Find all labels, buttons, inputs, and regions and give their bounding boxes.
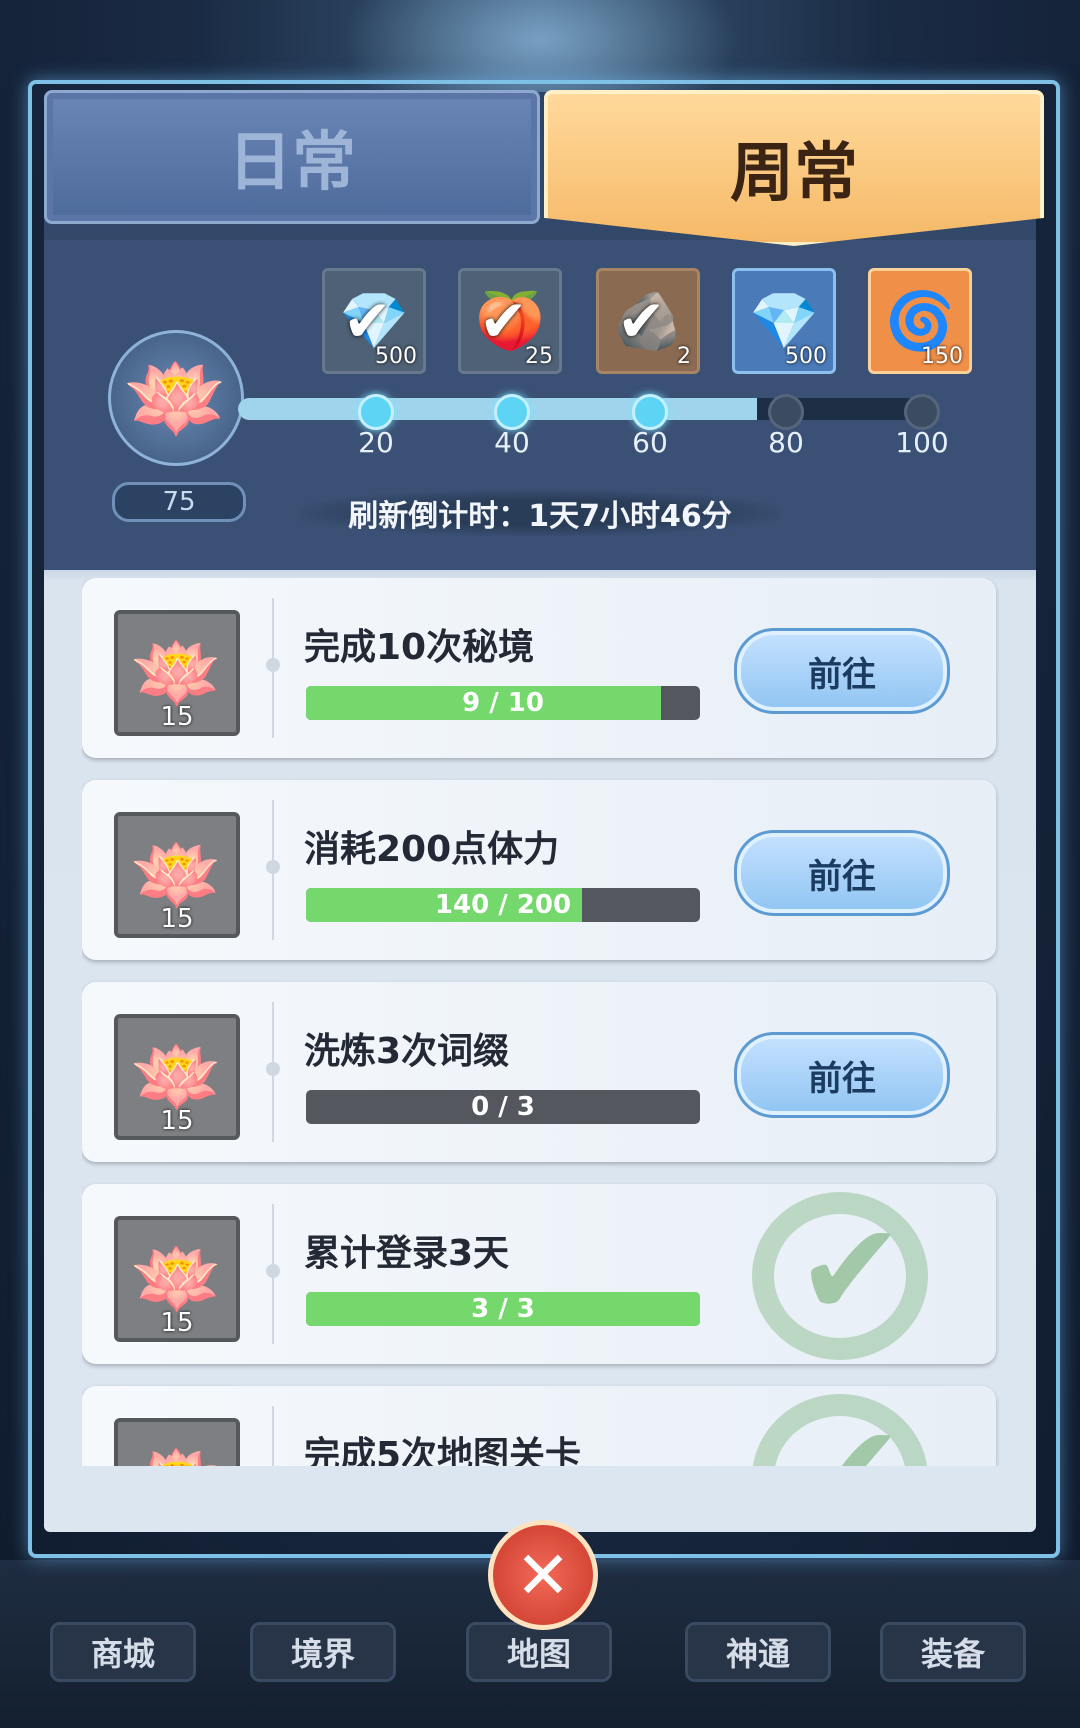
task-reward: 🪷15 xyxy=(114,812,240,938)
reward-count: 500 xyxy=(375,344,417,369)
divider-dot xyxy=(266,860,280,874)
close-icon: ✕ xyxy=(515,1536,571,1614)
milestone-reward-100[interactable]: 🌀 150 xyxy=(868,268,972,374)
milestone-node xyxy=(494,394,530,430)
task-title: 累计登录3天 xyxy=(304,1233,510,1274)
task-progress-text: 9 / 10 xyxy=(462,688,544,718)
milestone-label: 80 xyxy=(768,426,804,459)
task-reward: 🪷15 xyxy=(114,1216,240,1342)
reward-amount: 15 xyxy=(160,904,194,934)
task-title: 完成10次秘境 xyxy=(304,627,535,668)
task-progress-text: 3 / 3 xyxy=(471,1294,535,1324)
task-progress-text: 0 / 3 xyxy=(471,1092,535,1122)
claimed-check-icon: ✔ xyxy=(617,287,666,355)
task-progress-bar: 3 / 3 xyxy=(306,1292,700,1326)
task-progress-bar: 0 / 3 xyxy=(306,1090,700,1124)
milestone-reward-20[interactable]: 💎 ✔ 500 xyxy=(322,268,426,374)
milestone-node xyxy=(632,394,668,430)
task-reward: 🪷15 xyxy=(114,610,240,736)
reward-count: 2 xyxy=(677,344,691,369)
task-title: 消耗200点体力 xyxy=(304,829,560,870)
task-card: 🪷 15 洗炼3次词缀 0 / 3 前往 xyxy=(82,982,996,1162)
task-reward: 🪷15 xyxy=(114,1418,240,1466)
go-button[interactable]: 前往 xyxy=(734,628,950,714)
lotus-icon: 🪷 xyxy=(131,1438,223,1467)
refresh-countdown: 刷新倒计时：1天7小时46分 xyxy=(300,490,780,536)
divider xyxy=(272,1406,274,1466)
task-card: 🪷 15 消耗200点体力 140 / 200 前往 xyxy=(82,780,996,960)
close-button[interactable]: ✕ xyxy=(488,1520,598,1630)
task-title: 洗炼3次词缀 xyxy=(304,1031,510,1072)
tab-weekly[interactable]: 周常 xyxy=(544,90,1044,246)
milestone-label: 40 xyxy=(494,426,530,459)
points-value: 75 xyxy=(112,482,246,522)
task-card: 🪷15 完成5次地图关卡 ✔ xyxy=(82,1386,996,1466)
nav-map[interactable]: 地图 xyxy=(466,1622,612,1682)
completed-check-icon: ✔ xyxy=(752,1192,928,1360)
milestone-node xyxy=(768,394,804,430)
milestone-label: 100 xyxy=(895,426,949,459)
check-mark: ✔ xyxy=(796,1194,905,1346)
go-button[interactable]: 前往 xyxy=(734,1032,950,1118)
reward-amount: 15 xyxy=(160,1308,194,1338)
task-reward: 🪷15 xyxy=(114,1014,240,1140)
milestone-reward-60[interactable]: 🪨 ✔ 2 xyxy=(596,268,700,374)
milestone-track xyxy=(238,398,930,420)
tab-daily[interactable]: 日常 xyxy=(44,90,540,224)
check-mark: ✔ xyxy=(796,1396,905,1466)
lotus-points-icon: 🪷 xyxy=(108,330,244,466)
milestone-label: 20 xyxy=(358,426,394,459)
nav-realm[interactable]: 境界 xyxy=(250,1622,396,1682)
nav-skills[interactable]: 神通 xyxy=(685,1622,831,1682)
divider-dot xyxy=(266,1062,280,1076)
nav-equipment[interactable]: 装备 xyxy=(880,1622,1026,1682)
milestone-node xyxy=(358,394,394,430)
task-title: 完成5次地图关卡 xyxy=(304,1435,582,1466)
task-progress-bar: 9 / 10 xyxy=(306,686,700,720)
task-list[interactable]: 🪷 15 完成10次秘境 9 / 10 前往 🪷 15 消耗200点体力 140 / 200 前往… xyxy=(82,578,1000,1466)
reward-count: 25 xyxy=(525,344,553,369)
divider-dot xyxy=(266,658,280,672)
task-card: 🪷 15 累计登录3天 3 / 3 ✔ xyxy=(82,1184,996,1364)
milestone-node xyxy=(904,394,940,430)
task-card: 🪷 15 完成10次秘境 9 / 10 前往 xyxy=(82,578,996,758)
reward-count: 150 xyxy=(921,344,963,369)
task-progress-text: 140 / 200 xyxy=(434,890,572,920)
completed-check-icon: ✔ xyxy=(752,1394,928,1466)
divider-dot xyxy=(266,1264,280,1278)
milestone-label: 60 xyxy=(632,426,668,459)
milestone-reward-40[interactable]: 🍑 ✔ 25 xyxy=(458,268,562,374)
claimed-check-icon: ✔ xyxy=(479,287,528,355)
reward-count: 500 xyxy=(785,344,827,369)
reward-amount: 15 xyxy=(160,1106,194,1136)
nav-shop[interactable]: 商城 xyxy=(50,1622,196,1682)
reward-amount: 15 xyxy=(160,702,194,732)
milestone-reward-80[interactable]: 💎 500 xyxy=(732,268,836,374)
go-button[interactable]: 前往 xyxy=(734,830,950,916)
task-progress-bar: 140 / 200 xyxy=(306,888,700,922)
